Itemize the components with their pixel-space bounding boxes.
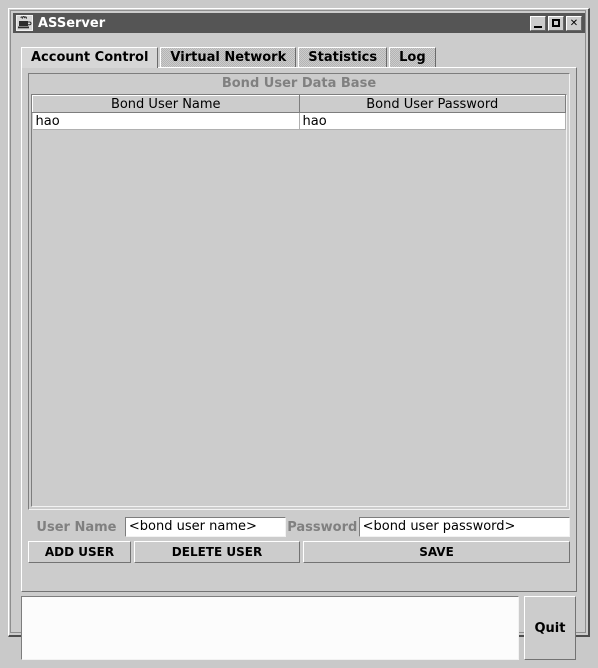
username-label: User Name: [36, 519, 117, 535]
tab-strip: Account Control Virtual Network Statisti…: [21, 47, 438, 68]
user-entry-form: User Name <bond user name> Password <bon…: [28, 515, 570, 539]
user-table-scrollpane[interactable]: Bond User Name Bond User Password hao ha…: [31, 94, 567, 507]
window-controls: ✕: [530, 15, 582, 31]
status-area: Quit: [21, 596, 577, 668]
delete-user-button[interactable]: DELETE USER: [134, 541, 300, 563]
add-user-button[interactable]: ADD USER: [28, 541, 131, 563]
status-log-textarea[interactable]: [21, 596, 519, 660]
maximize-icon: [552, 18, 560, 27]
password-label: Password: [287, 519, 358, 535]
bond-user-database-region: Bond User Data Base Bond User Name Bond …: [28, 73, 570, 510]
tab-statistics[interactable]: Statistics: [298, 47, 388, 68]
bond-user-table: Bond User Name Bond User Password hao ha…: [32, 95, 566, 130]
database-title: Bond User Data Base: [29, 74, 569, 93]
table-header-row: Bond User Name Bond User Password: [32, 95, 566, 113]
window-title: ASServer: [38, 15, 106, 31]
account-control-panel: Bond User Data Base Bond User Name Bond …: [21, 67, 577, 592]
tab-account-control[interactable]: Account Control: [21, 47, 159, 68]
username-input[interactable]: <bond user name>: [124, 517, 286, 537]
java-coffee-cup-icon: [16, 15, 33, 31]
column-header-password[interactable]: Bond User Password: [298, 95, 566, 113]
application-window: ASServer ✕ Account Control Virtual Netwo…: [8, 8, 590, 660]
cell-password[interactable]: hao: [299, 112, 566, 130]
quit-button[interactable]: Quit: [524, 596, 576, 660]
minimize-icon: [534, 25, 542, 28]
window-content: Account Control Virtual Network Statisti…: [13, 33, 585, 660]
column-header-username[interactable]: Bond User Name: [32, 95, 300, 113]
tab-log[interactable]: Log: [389, 47, 436, 68]
close-button[interactable]: ✕: [566, 15, 582, 31]
maximize-button[interactable]: [548, 15, 564, 31]
title-bar[interactable]: ASServer ✕: [13, 13, 585, 33]
cell-username[interactable]: hao: [32, 112, 300, 130]
close-icon: ✕: [569, 17, 579, 29]
table-row[interactable]: hao hao: [32, 112, 566, 130]
window-inner-frame: ASServer ✕ Account Control Virtual Netwo…: [10, 10, 586, 660]
minimize-button[interactable]: [530, 15, 546, 31]
password-input[interactable]: <bond user password>: [358, 517, 570, 537]
tab-virtual-network[interactable]: Virtual Network: [160, 47, 297, 68]
action-buttons: ADD USER DELETE USER SAVE: [28, 541, 570, 563]
save-button[interactable]: SAVE: [303, 541, 570, 563]
